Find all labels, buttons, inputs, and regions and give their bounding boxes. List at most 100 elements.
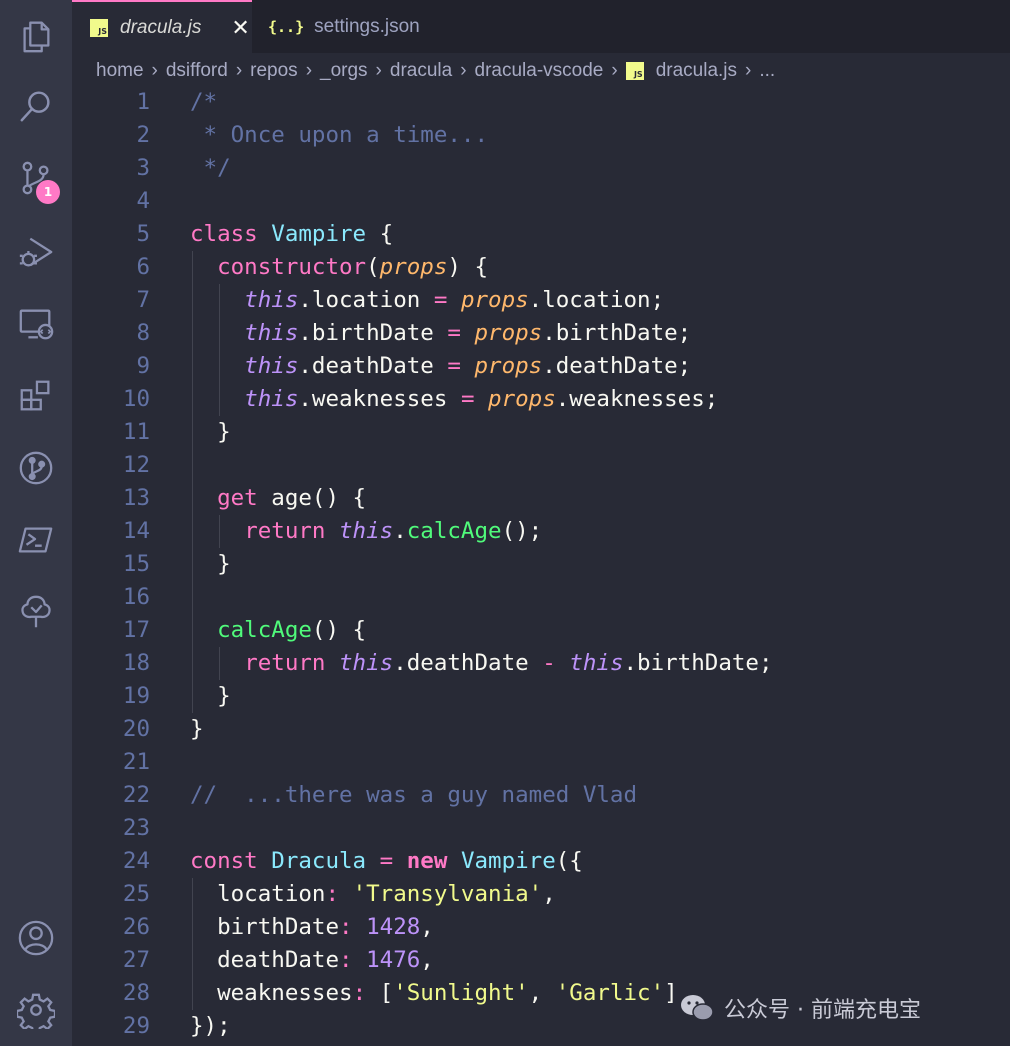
breadcrumb-item[interactable]: ... (759, 60, 775, 82)
code-text: } (190, 416, 231, 449)
code-line: 6 constructor(props) { (72, 251, 1010, 284)
code-token: : (325, 881, 340, 907)
line-number: 10 (122, 386, 150, 412)
breadcrumb-item[interactable]: repos (250, 60, 298, 82)
breadcrumb-item[interactable]: home (96, 60, 144, 82)
wechat-icon (681, 995, 714, 1021)
code-line: 15 } (72, 548, 1010, 581)
code-token: calcAge (217, 617, 312, 643)
code-token: age() { (257, 485, 367, 511)
line-number: 8 (136, 320, 150, 346)
code-line: 10 this.weaknesses = props.weaknesses; (72, 383, 1010, 416)
line-number: 2 (136, 122, 150, 148)
chevron-right-icon: › (611, 60, 618, 81)
code-text: location: 'Transylvania', (190, 878, 556, 911)
line-number: 25 (122, 881, 150, 907)
code-token: , (542, 881, 556, 907)
tab-label: dracula.js (120, 16, 202, 38)
code-text: */ (190, 152, 231, 185)
code-text: this.birthDate = props.birthDate; (190, 317, 691, 350)
code-token: props (474, 320, 543, 346)
code-text: this.weaknesses = props.weaknesses; (190, 383, 718, 416)
breadcrumb-item[interactable]: dracula (390, 60, 452, 82)
code-token: } (190, 716, 204, 742)
extensions-icon[interactable] (14, 374, 58, 418)
line-number: 24 (122, 848, 150, 874)
code-token: this (569, 650, 624, 676)
account-icon[interactable] (14, 916, 58, 960)
code-token: weaknesses (190, 980, 353, 1006)
powershell-icon[interactable] (14, 518, 58, 562)
remote-explorer-icon[interactable] (14, 302, 58, 346)
explorer-icon[interactable] (14, 14, 58, 58)
code-token: /* (190, 89, 218, 115)
line-number: 6 (136, 254, 150, 280)
code-line: 14 return this.calcAge(); (72, 515, 1010, 548)
code-line: 8 this.birthDate = props.birthDate; (72, 317, 1010, 350)
code-token: ({ (555, 848, 583, 874)
code-text: constructor(props) { (190, 251, 488, 284)
search-icon[interactable] (14, 84, 58, 128)
code-editor[interactable]: 1/* 2 * Once upon a time... 3 */4 5 class Va… (72, 86, 1010, 1046)
code-token: class (190, 221, 258, 247)
git-graph-icon[interactable] (14, 446, 58, 490)
line-number: 15 (122, 551, 150, 577)
code-token: * Once upon a time... (190, 122, 489, 148)
code-line: 18 return this.deathDate - this.birthDat… (72, 647, 1010, 680)
tab-dracula-js[interactable]: JS dracula.js ✕ (72, 0, 252, 53)
code-token: // ...there was a guy named Vlad (190, 782, 638, 808)
code-text: return this.deathDate - this.birthDate; (190, 647, 773, 680)
code-token: () { (311, 617, 367, 643)
tab-settings-json[interactable]: {..} settings.json (252, 0, 448, 53)
code-token: } (190, 683, 231, 709)
code-token: calcAge (406, 518, 502, 544)
source-control-badge: 1 (36, 180, 60, 204)
line-number: 16 (122, 584, 150, 610)
code-token: return (244, 518, 326, 544)
code-line: 2 * Once upon a time... (72, 119, 1010, 152)
code-text: }); (190, 1010, 231, 1043)
code-token: , (420, 914, 434, 940)
run-debug-icon[interactable] (14, 230, 58, 274)
line-number: 7 (136, 287, 150, 313)
code-token: = (460, 386, 475, 412)
code-token: .birthDate; (623, 650, 773, 676)
code-token: */ (190, 155, 231, 181)
tree-icon[interactable] (14, 590, 58, 634)
breadcrumb-item[interactable]: dracula-vscode (475, 60, 604, 82)
breadcrumb-item[interactable]: dsifford (166, 60, 228, 82)
settings-gear-icon[interactable] (14, 988, 58, 1032)
code-token: Vampire (271, 221, 367, 247)
code-text: return this.calcAge(); (190, 515, 542, 548)
line-number: 13 (122, 485, 150, 511)
breadcrumb-item[interactable]: _orgs (320, 60, 368, 82)
code-token: this (339, 518, 394, 544)
code-token: = (433, 287, 448, 313)
indent-guide (219, 284, 221, 416)
code-token: } (190, 419, 231, 445)
code-text: calcAge() { (190, 614, 366, 647)
chevron-right-icon: › (375, 60, 382, 81)
line-number: 1 (136, 89, 150, 115)
code-line: 25 location: 'Transylvania', (72, 878, 1010, 911)
breadcrumb-item[interactable]: dracula.js (656, 60, 737, 82)
close-icon[interactable]: ✕ (231, 15, 249, 41)
code-token: return (244, 650, 326, 676)
code-text: // ...there was a guy named Vlad (190, 779, 637, 812)
code-token: 'Garlic' (555, 980, 665, 1006)
code-token: { (366, 221, 394, 247)
line-number: 29 (122, 1013, 150, 1039)
code-token: .birthDate (298, 320, 448, 346)
code-line: 24 const Dracula = new Vampire({ (72, 845, 1010, 878)
code-token: get (217, 485, 258, 511)
code-token: const (190, 848, 258, 874)
